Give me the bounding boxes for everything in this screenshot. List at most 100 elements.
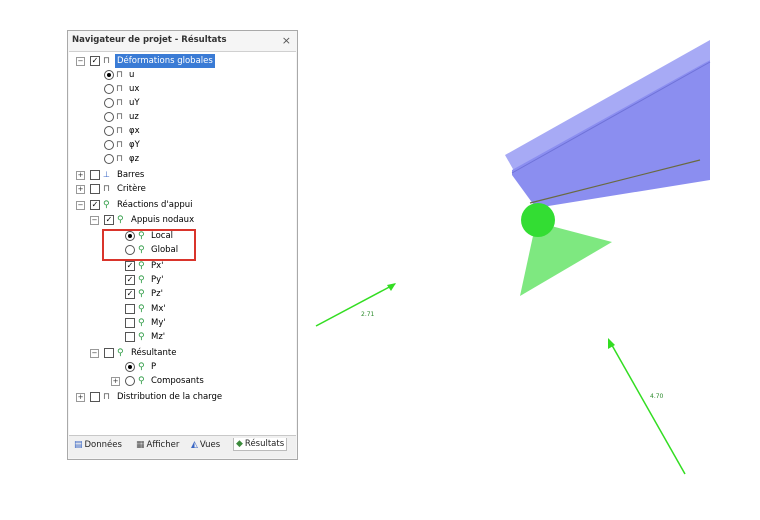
expand-icon[interactable]: + [111,377,120,386]
tree-label: Mx' [151,304,166,314]
radio-selected[interactable] [104,70,114,80]
support-reaction-icon: ⚲ [138,275,145,285]
support-reaction-icon: ⚲ [138,376,145,386]
navigator-title-bar: Navigateur de projet - Résultats × [68,31,297,51]
member-icon: ⊥ [103,170,110,179]
beam-side-face [512,60,710,208]
tree-label: ux [129,84,140,94]
arrow-value-right: 4.70 [650,393,664,400]
radio-unselected[interactable] [104,84,114,94]
tree-label: Px' [151,261,164,271]
support-reaction-icon: ⚲ [117,348,124,358]
tree-label: My' [151,318,166,328]
project-navigator-panel: Navigateur de projet - Résultats × − ✓ ⊓… [67,30,298,460]
deformation-icon: ⊓ [103,392,111,402]
deformation-icon: ⊓ [116,98,124,108]
expand-icon[interactable]: + [76,393,85,402]
navigator-title: Navigateur de projet - Résultats [72,35,227,45]
beam-axis-line [529,159,701,204]
deformation-icon: ⊓ [103,56,111,66]
highlight-box [102,229,196,261]
expand-icon[interactable]: + [76,171,85,180]
tree-label: Critère [117,184,146,194]
results-icon: ◆ [236,439,243,449]
tree-label: φY [129,140,140,150]
tree-label: Pz' [151,289,163,299]
tree-label: φx [129,126,140,136]
deformation-icon: ⊓ [116,140,124,150]
checkbox-unchecked[interactable] [125,318,135,328]
radio-unselected[interactable] [104,154,114,164]
tab-label: Résultats [244,439,285,449]
checkbox-unchecked[interactable] [90,392,100,402]
arrow-head-left-icon [387,283,396,291]
deformation-icon: ⊓ [116,84,124,94]
tab-resultats[interactable]: ◆ Résultats [233,438,288,451]
radio-selected[interactable] [125,362,135,372]
deformation-icon: ⊓ [116,154,124,164]
support-reaction-icon: ⚲ [138,362,145,372]
tree-label: uz [129,112,139,122]
tree-label: Mz' [151,332,166,342]
checkbox-checked[interactable]: ✓ [125,289,135,299]
checkbox-checked[interactable]: ✓ [125,275,135,285]
tab-label: Afficher [146,440,180,450]
reaction-arrow-left [315,283,396,327]
tree-label: Distribution de la charge [117,392,223,402]
support-reaction-icon: ⚲ [138,318,145,328]
close-icon[interactable]: × [282,32,291,50]
checkbox-unchecked[interactable] [125,332,135,342]
tree-label: Composants [151,376,204,386]
tree-label: Résultante [131,348,177,358]
tab-label: Données [84,440,122,450]
arrow-head-right-icon [608,338,615,349]
arrow-value-left: 2.71 [361,311,375,318]
deformation-icon: ⊓ [116,112,124,122]
checkbox-checked[interactable]: ✓ [90,200,100,210]
beam-edge [511,61,711,174]
expand-icon[interactable]: + [76,185,85,194]
collapse-icon[interactable]: − [76,201,85,210]
radio-unselected[interactable] [104,98,114,108]
support-reaction-icon: ⚲ [138,332,145,342]
checkbox-checked[interactable]: ✓ [90,56,100,66]
navigator-tabs: ▤ Données ▦ Afficher ◭ Vues ◆ Résultats [69,435,296,458]
support-reaction-icon: ⚲ [138,289,145,299]
tree-label: P [151,362,157,372]
tree-label: φz [129,154,140,164]
radio-unselected[interactable] [125,376,135,386]
tab-afficher[interactable]: ▦ Afficher [136,440,179,450]
support-triangle [520,222,612,296]
deformation-icon: ⊓ [103,184,111,194]
deformation-icon: ⊓ [116,126,124,136]
tree-label: Déformations globales [115,54,215,68]
checkbox-unchecked[interactable] [104,348,114,358]
tree-label: uY [129,98,140,108]
support-reaction-icon: ⚲ [138,261,145,271]
tab-label: Vues [199,440,221,450]
tab-vues[interactable]: ◭ Vues [191,440,220,450]
tree-label: Appuis nodaux [131,215,195,225]
radio-unselected[interactable] [104,112,114,122]
tree-label: Py' [151,275,164,285]
reaction-arrow-right [608,339,686,475]
checkbox-unchecked[interactable] [90,184,100,194]
checkbox-unchecked[interactable] [90,170,100,180]
deformation-icon: ⊓ [116,70,124,80]
checkbox-checked[interactable]: ✓ [125,261,135,271]
tree-label: u [129,70,135,80]
support-reaction-icon: ⚲ [117,215,124,225]
checkbox-unchecked[interactable] [125,304,135,314]
support-reaction-icon: ⚲ [103,200,110,210]
collapse-icon[interactable]: − [76,57,85,66]
radio-unselected[interactable] [104,140,114,150]
checkbox-checked[interactable]: ✓ [104,215,114,225]
radio-unselected[interactable] [104,126,114,136]
support-reaction-icon: ⚲ [138,304,145,314]
tab-donnees[interactable]: ▤ Données [74,440,122,450]
tree-label: Barres [117,170,145,180]
collapse-icon[interactable]: − [90,349,99,358]
support-node [521,203,555,237]
data-icon: ▤ [74,440,83,450]
collapse-icon[interactable]: − [90,216,99,225]
